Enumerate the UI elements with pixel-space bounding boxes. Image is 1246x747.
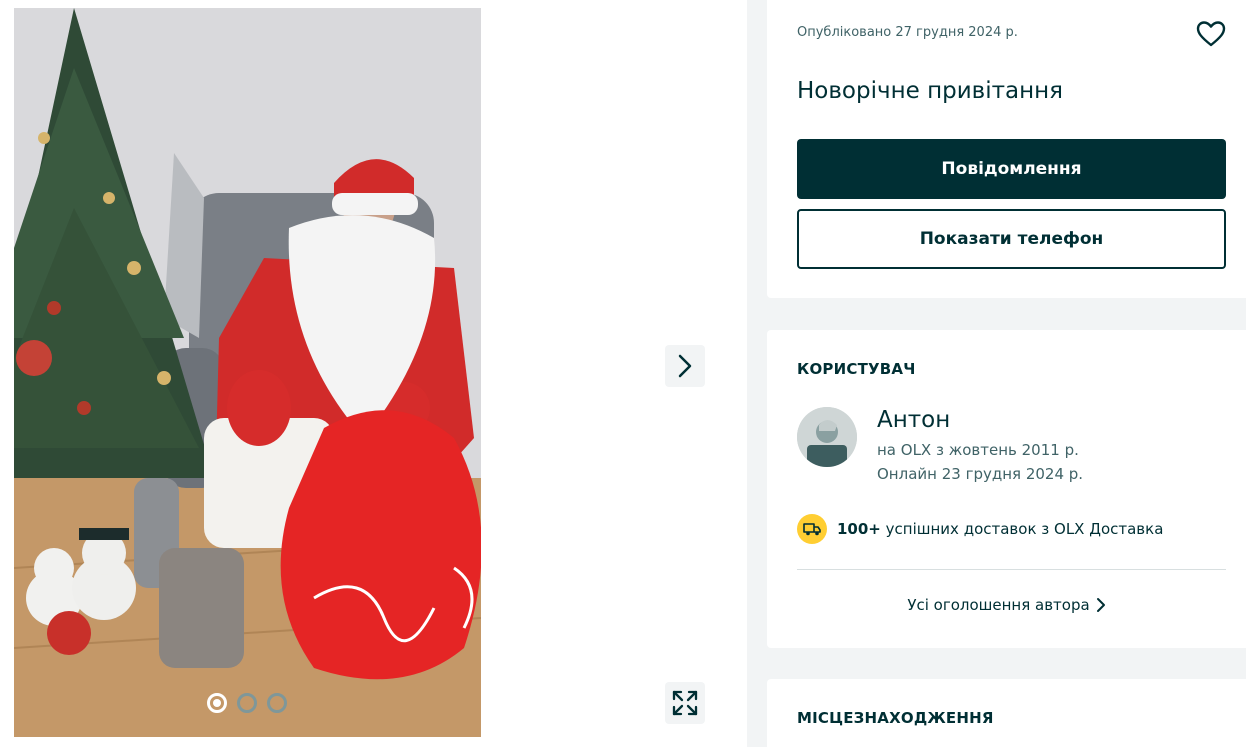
gallery-pagination	[207, 693, 287, 713]
message-button[interactable]: Повідомлення	[797, 139, 1226, 199]
user-name[interactable]: Антон	[877, 407, 950, 433]
delivery-count: 100+	[837, 520, 881, 538]
expand-icon	[672, 690, 698, 716]
photo-gallery	[0, 0, 747, 747]
delivery-stats: 100+ успішних доставок з OLX Доставка	[797, 514, 1163, 544]
user-avatar-icon	[797, 407, 857, 467]
fullscreen-button[interactable]	[665, 682, 705, 724]
favorite-button[interactable]	[1195, 18, 1227, 50]
location-section-heading: МІСЦЕЗНАХОДЖЕННЯ	[797, 709, 994, 727]
delivery-description: успішних доставок з OLX Доставка	[885, 520, 1164, 538]
posted-date: Опубліковано 27 грудня 2024 р.	[797, 25, 1018, 40]
user-last-online: Онлайн 23 грудня 2024 р.	[877, 465, 1084, 483]
chevron-right-icon	[1096, 598, 1105, 612]
location-card: МІСЦЕЗНАХОДЖЕННЯ	[767, 679, 1246, 747]
avatar[interactable]	[797, 407, 857, 467]
ad-photo[interactable]	[14, 8, 481, 737]
divider	[797, 569, 1226, 570]
chevron-right-icon	[678, 354, 692, 378]
user-card: КОРИСТУВАЧ Антон на OLX з жовтень 2011 р…	[767, 330, 1246, 648]
user-member-since: на OLX з жовтень 2011 р.	[877, 441, 1079, 459]
next-photo-button[interactable]	[665, 345, 705, 387]
delivery-text: 100+ успішних доставок з OLX Доставка	[837, 520, 1163, 538]
gallery-dot-2[interactable]	[237, 693, 257, 713]
ad-summary-card: Опубліковано 27 грудня 2024 р. Новорічне…	[767, 0, 1246, 298]
ad-title: Новорічне привітання	[797, 78, 1064, 104]
heart-icon	[1196, 21, 1226, 47]
all-ads-label: Усі оголошення автора	[907, 596, 1090, 614]
gallery-dot-3[interactable]	[267, 693, 287, 713]
santa-photo-illustration	[14, 8, 481, 737]
gallery-dot-1[interactable]	[207, 693, 227, 713]
truck-icon	[797, 514, 827, 544]
show-phone-button[interactable]: Показати телефон	[797, 209, 1226, 269]
all-author-ads-link[interactable]: Усі оголошення автора	[767, 596, 1246, 614]
user-section-heading: КОРИСТУВАЧ	[797, 360, 916, 378]
